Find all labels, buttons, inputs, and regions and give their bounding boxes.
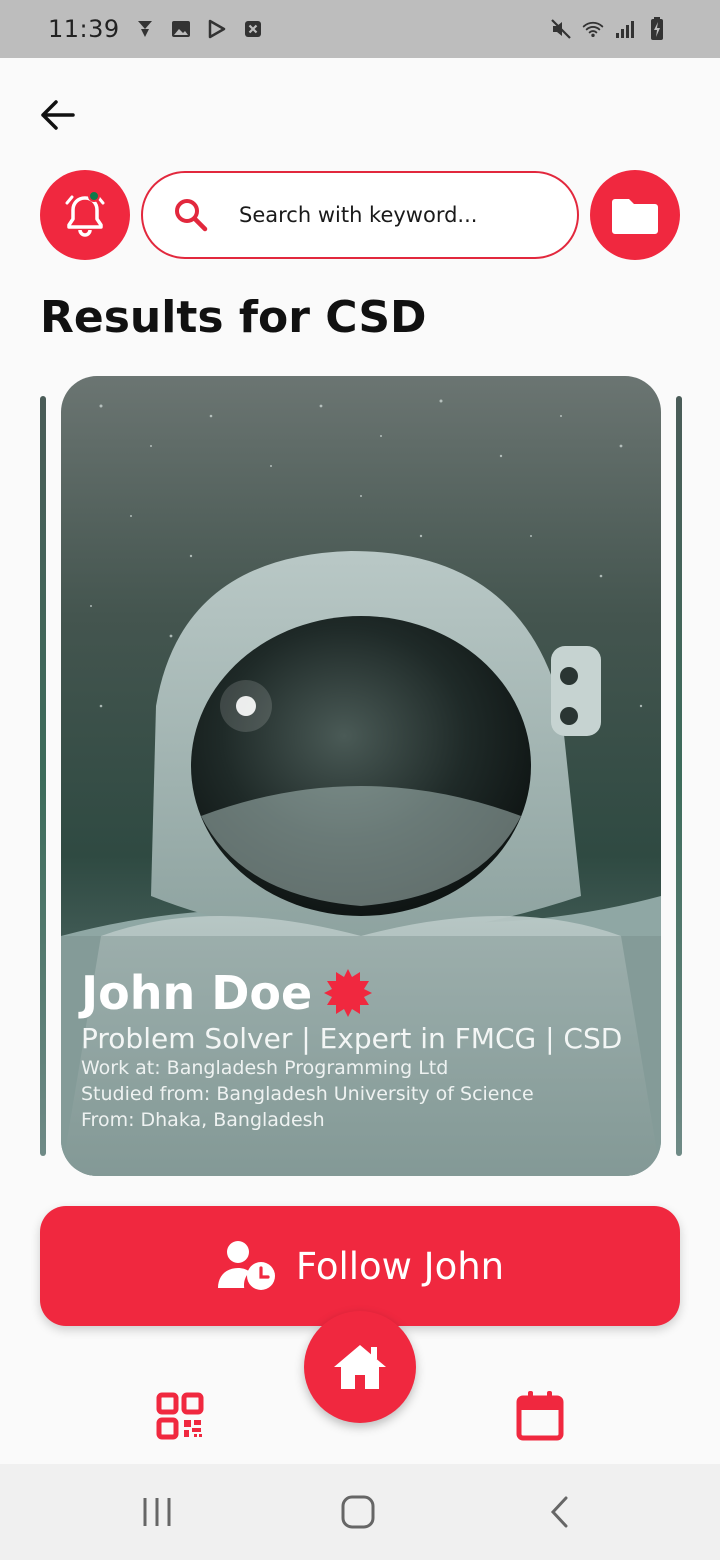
mute-icon <box>550 18 572 40</box>
status-left: 11:39 <box>48 15 264 43</box>
gallery-icon <box>170 18 192 40</box>
follow-label: Follow John <box>295 1244 505 1288</box>
notification-dot <box>88 190 100 202</box>
system-back-button[interactable] <box>544 1492 574 1532</box>
verified-badge-icon <box>322 967 374 1019</box>
wifi-icon <box>582 18 604 40</box>
search-input[interactable]: Search with keyword... <box>141 171 579 259</box>
qr-code-icon <box>156 1392 204 1440</box>
folder-icon <box>612 199 658 234</box>
folder-button[interactable] <box>590 170 680 260</box>
arrow-left-icon <box>41 100 75 130</box>
status-right <box>550 17 668 40</box>
status-time: 11:39 <box>48 15 120 43</box>
calendar-button[interactable] <box>515 1390 565 1442</box>
play-store-icon <box>206 18 228 40</box>
follow-button[interactable]: Follow John <box>40 1206 680 1326</box>
close-box-icon <box>242 18 264 40</box>
profile-name: John Doe <box>81 966 313 1020</box>
recent-apps-button[interactable] <box>140 1492 174 1532</box>
profile-from: From: Dhaka, Bangladesh <box>81 1109 325 1131</box>
notification-icon <box>134 18 156 40</box>
system-home-icon <box>341 1495 375 1529</box>
system-nav-bar <box>0 1464 720 1560</box>
calendar-icon <box>516 1391 564 1441</box>
profile-study: Studied from: Bangladesh University of S… <box>81 1083 534 1105</box>
status-bar: 11:39 <box>0 0 720 58</box>
system-home-button[interactable] <box>338 1492 378 1532</box>
search-placeholder: Search with keyword... <box>239 203 478 227</box>
profile-headline: Problem Solver | Expert in FMCG | CSD <box>81 1022 623 1055</box>
home-button[interactable] <box>304 1311 416 1423</box>
profile-work: Work at: Bangladesh Programming Ltd <box>81 1057 449 1079</box>
results-title: Results for CSD <box>40 292 427 343</box>
signal-icon <box>614 18 636 40</box>
previous-card-peek[interactable] <box>40 396 46 1156</box>
user-pending-icon <box>216 1240 278 1292</box>
name-row: John Doe <box>81 966 651 1020</box>
search-icon <box>171 195 211 235</box>
back-button[interactable] <box>34 92 80 138</box>
next-card-peek[interactable] <box>676 396 682 1156</box>
profile-card[interactable]: John Doe Problem Solver | Expert in FMCG… <box>61 376 661 1176</box>
battery-charging-icon <box>646 17 668 40</box>
chevron-left-icon <box>550 1496 568 1528</box>
notifications-button[interactable] <box>40 170 130 260</box>
qr-code-button[interactable] <box>156 1392 204 1440</box>
home-icon <box>334 1345 386 1389</box>
recent-apps-icon <box>143 1498 171 1526</box>
profile-info: John Doe Problem Solver | Expert in FMCG… <box>81 966 651 1133</box>
bell-icon <box>65 195 105 237</box>
